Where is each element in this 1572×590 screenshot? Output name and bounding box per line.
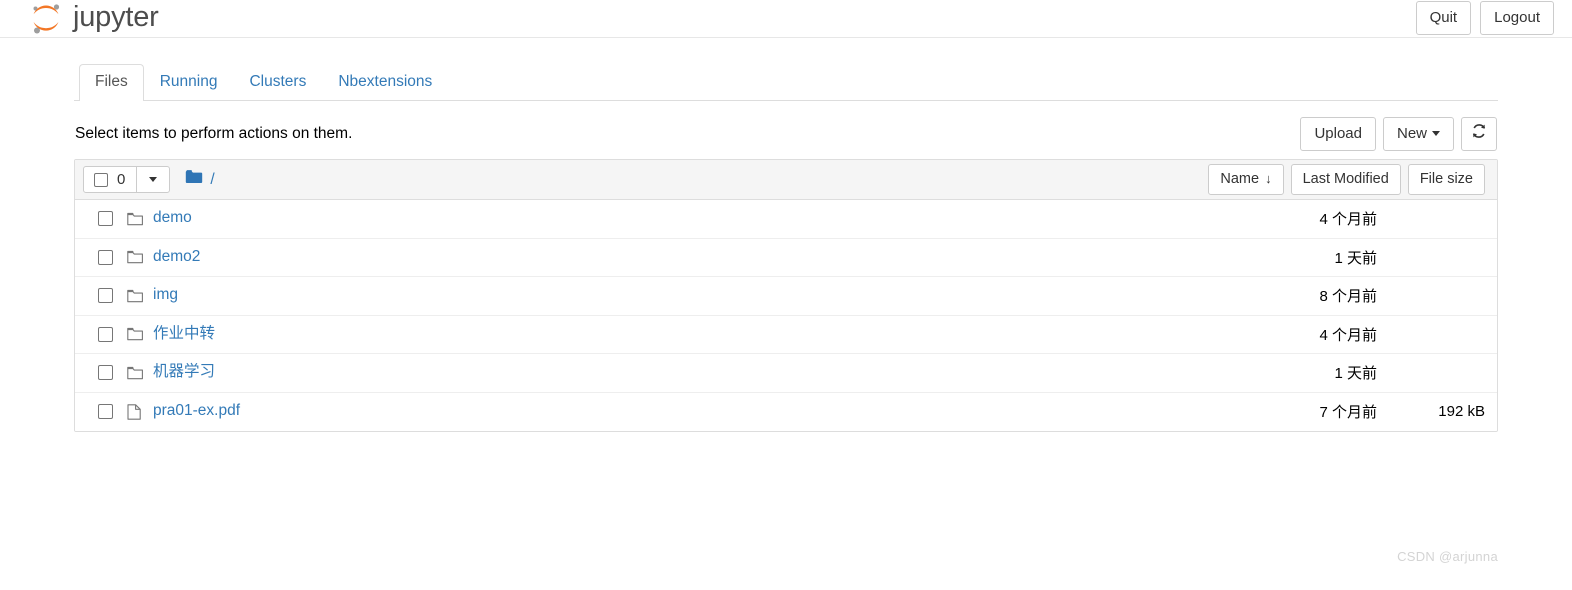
quit-button[interactable]: Quit: [1415, 1, 1472, 36]
table-row[interactable]: 机器学习 1 天前: [75, 354, 1497, 393]
brand-text: jupyter: [73, 0, 159, 33]
chevron-down-icon: [149, 176, 158, 182]
row-modified: 8 个月前: [1319, 288, 1377, 306]
file-name-link[interactable]: img: [153, 286, 178, 305]
upload-button[interactable]: Upload: [1300, 116, 1376, 152]
sort-name-label: Name: [1220, 170, 1260, 187]
tab-files[interactable]: Files: [79, 64, 144, 101]
action-bar: Select items to perform actions on them.…: [74, 116, 1498, 152]
refresh-button[interactable]: [1461, 116, 1497, 152]
row-checkbox-cell: [83, 211, 127, 227]
file-list: 0 / Name ↓ Last Modified File size demo …: [74, 159, 1498, 432]
selection-controls: 0: [83, 166, 171, 193]
table-row[interactable]: img 8 个月前: [75, 277, 1497, 316]
chevron-down-icon: [1432, 130, 1440, 136]
file-name-link[interactable]: demo2: [153, 248, 200, 267]
row-checkbox[interactable]: [97, 404, 113, 420]
row-checkbox-cell: [83, 249, 127, 265]
row-checkbox[interactable]: [97, 211, 113, 227]
row-checkbox-cell: [83, 288, 127, 304]
action-buttons: Upload New: [1300, 116, 1497, 152]
row-checkbox[interactable]: [97, 365, 113, 381]
row-checkbox-cell: [83, 404, 127, 420]
selection-dropdown-button[interactable]: [136, 166, 171, 193]
app-header: jupyter Quit Logout: [0, 0, 1572, 38]
row-modified: 4 个月前: [1319, 211, 1377, 229]
sort-by-modified-button[interactable]: Last Modified: [1290, 163, 1401, 196]
row-checkbox[interactable]: [97, 326, 113, 342]
watermark: CSDN @arjunna: [1397, 549, 1498, 564]
file-list-header: 0 / Name ↓ Last Modified File size: [75, 160, 1497, 200]
breadcrumb-root: /: [210, 170, 215, 188]
header-actions: Quit Logout: [1415, 1, 1554, 36]
file-name-link[interactable]: demo: [153, 209, 192, 228]
folder-icon: [127, 366, 153, 380]
row-modified: 1 天前: [1334, 249, 1377, 267]
tab-nbextensions[interactable]: Nbextensions: [322, 64, 448, 101]
row-checkbox-cell: [83, 365, 127, 381]
new-dropdown-label: New: [1396, 124, 1427, 142]
tab-running[interactable]: Running: [144, 64, 234, 101]
folder-icon: [127, 212, 153, 226]
tab-bar: Files Running Clusters Nbextensions: [74, 64, 1498, 101]
table-row[interactable]: pra01-ex.pdf 7 个月前 192 kB: [75, 392, 1497, 431]
main-container: Files Running Clusters Nbextensions Sele…: [74, 64, 1498, 564]
row-modified: 7 个月前: [1319, 404, 1377, 422]
sort-controls: Name ↓ Last Modified File size: [1208, 163, 1485, 196]
jupyter-brand[interactable]: jupyter: [28, 1, 159, 37]
row-size: 192 kB: [1438, 403, 1485, 421]
refresh-icon: [1471, 123, 1487, 145]
row-checkbox-cell: [83, 326, 127, 342]
table-row[interactable]: demo2 1 天前: [75, 238, 1497, 277]
tab-clusters[interactable]: Clusters: [233, 64, 322, 101]
sort-by-size-button[interactable]: File size: [1407, 163, 1485, 196]
arrow-down-icon: ↓: [1265, 170, 1272, 186]
file-name-link[interactable]: 作业中转: [153, 325, 215, 344]
selection-instruction: Select items to perform actions on them.: [75, 124, 353, 142]
table-row[interactable]: 作业中转 4 个月前: [75, 315, 1497, 354]
file-icon: [127, 404, 153, 420]
jupyter-logo-icon: [28, 1, 64, 37]
folder-icon: [127, 327, 153, 341]
table-row[interactable]: demo 4 个月前: [75, 200, 1497, 239]
folder-icon: [185, 169, 204, 190]
breadcrumb[interactable]: /: [185, 169, 215, 190]
select-all-control[interactable]: 0: [83, 166, 138, 193]
row-checkbox[interactable]: [97, 249, 113, 265]
row-modified: 4 个月前: [1319, 326, 1377, 344]
row-modified: 1 天前: [1334, 365, 1377, 383]
select-all-checkbox[interactable]: [94, 172, 108, 187]
new-dropdown-button[interactable]: New: [1382, 116, 1454, 152]
file-name-link[interactable]: pra01-ex.pdf: [153, 402, 240, 421]
selected-count: 0: [117, 171, 126, 188]
folder-icon: [127, 289, 153, 303]
sort-by-name-button[interactable]: Name ↓: [1208, 163, 1284, 196]
row-checkbox[interactable]: [97, 288, 113, 304]
file-name-link[interactable]: 机器学习: [153, 363, 215, 382]
logout-button[interactable]: Logout: [1480, 1, 1554, 36]
folder-icon: [127, 250, 153, 264]
